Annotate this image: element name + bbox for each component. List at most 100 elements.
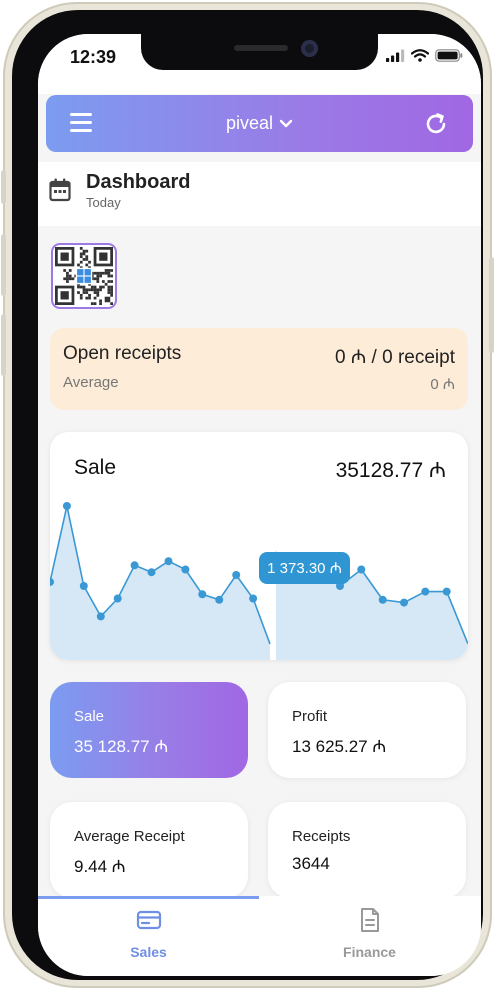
sale-point[interactable] [378, 595, 387, 604]
sale-chart-title: Sale [74, 456, 117, 479]
stat-value: 35 128.77 ₼ [74, 737, 169, 756]
qr-module [96, 274, 100, 278]
dashboard-header[interactable]: Dashboard Today [38, 162, 481, 226]
qr-module [104, 282, 108, 286]
qr-module [82, 285, 86, 289]
qr-module [101, 271, 105, 275]
period-label: Today [86, 195, 121, 210]
qr-module [90, 302, 94, 305]
open-receipts-average-label: Average [63, 374, 119, 391]
credit-card-icon [136, 910, 161, 930]
chevron-down-icon [279, 119, 293, 127]
qr-module [79, 252, 83, 256]
qr-module [101, 285, 105, 289]
status-bar: 12:39 [38, 34, 481, 94]
open-receipts-average-value: 0 ₼ [430, 376, 455, 393]
qr-module [107, 288, 111, 292]
sale-point[interactable] [442, 587, 451, 596]
qr-module [96, 293, 100, 297]
qr-module [104, 296, 108, 300]
refresh-icon[interactable] [423, 111, 449, 137]
qr-module [110, 288, 113, 292]
nav-tab-finance-label: Finance [343, 944, 396, 960]
qr-module [90, 285, 94, 289]
stat-card-average-receipt[interactable]: Average Receipt 9.44 ₼ [50, 802, 248, 898]
stat-label: Profit [292, 708, 328, 725]
qr-finder [60, 291, 69, 300]
open-receipts-title: Open receipts [63, 343, 182, 364]
qr-module [93, 285, 97, 289]
battery-icon [435, 49, 463, 62]
sale-point[interactable] [181, 565, 190, 574]
nav-tab-sales[interactable]: Sales [38, 904, 259, 964]
qr-module [82, 249, 86, 253]
qr-module [99, 302, 102, 305]
qr-module [66, 277, 69, 281]
sale-point[interactable] [147, 568, 156, 577]
qr-module [79, 260, 83, 264]
qr-module [79, 255, 83, 259]
speaker-grille [234, 45, 288, 51]
stat-card-receipts[interactable]: Receipts 3644 [268, 802, 466, 898]
qr-module [110, 274, 113, 278]
qr-logo-square [84, 269, 91, 276]
qr-module [93, 288, 97, 292]
sale-point[interactable] [215, 595, 224, 604]
qr-module [99, 288, 102, 292]
stat-card-sale[interactable]: Sale 35 128.77 ₼ [50, 682, 248, 778]
sale-point[interactable] [62, 502, 71, 510]
signal-icon [386, 49, 405, 62]
qr-module [101, 280, 105, 283]
sale-point[interactable] [198, 590, 207, 599]
sale-point[interactable] [232, 571, 241, 579]
sale-point[interactable] [249, 594, 258, 603]
sale-point[interactable] [79, 582, 88, 590]
qr-module [96, 271, 100, 275]
sale-point[interactable] [96, 612, 105, 621]
store-selector[interactable]: piveal [46, 95, 473, 152]
qr-module [110, 269, 113, 272]
qr-module [107, 299, 111, 303]
status-time: 12:39 [70, 47, 117, 67]
mute-switch [1, 170, 6, 204]
qr-module [63, 277, 67, 281]
stat-card-profit[interactable]: Profit 13 625.27 ₼ [268, 682, 466, 778]
open-receipts-value: 0 ₼ / 0 receipt [335, 347, 455, 368]
sale-point[interactable] [421, 587, 430, 596]
qr-module [110, 280, 113, 283]
wifi-icon [411, 49, 429, 62]
qr-module [88, 296, 91, 300]
qr-module [93, 291, 97, 294]
qr-module [88, 293, 91, 297]
qr-module [93, 296, 97, 300]
sale-chart-card[interactable]: 1 373.30 ₼ Sale 35128.77 ₼ [50, 432, 468, 660]
sale-point[interactable] [400, 598, 408, 607]
qr-module [85, 263, 89, 267]
stat-value: 13 625.27 ₼ [292, 737, 387, 756]
qr-module [93, 302, 97, 305]
nav-tab-finance[interactable]: Finance [259, 904, 480, 964]
qr-module [110, 293, 113, 297]
qr-module [93, 271, 97, 275]
qr-logo-square [84, 276, 91, 283]
page-title: Dashboard [86, 171, 191, 193]
qr-module [79, 296, 83, 300]
store-name: piveal [225, 113, 274, 133]
qr-code-button[interactable] [51, 243, 117, 309]
qr-module [85, 249, 89, 253]
qr-module [68, 269, 72, 272]
calendar-icon [49, 178, 71, 202]
stat-label: Sale [74, 708, 105, 725]
qr-module [79, 285, 83, 289]
sale-point[interactable] [357, 565, 366, 574]
front-camera [301, 40, 318, 57]
qr-module [79, 247, 83, 250]
sale-point[interactable] [113, 594, 122, 603]
qr-module [85, 258, 89, 261]
qr-module [82, 291, 86, 294]
open-receipts-card[interactable]: Open receipts 0 ₼ / 0 receipt Average 0 … [50, 328, 468, 410]
sale-point[interactable] [164, 557, 173, 566]
qr-module [88, 260, 91, 264]
sale-point[interactable] [130, 561, 139, 570]
qr-module [71, 277, 75, 281]
